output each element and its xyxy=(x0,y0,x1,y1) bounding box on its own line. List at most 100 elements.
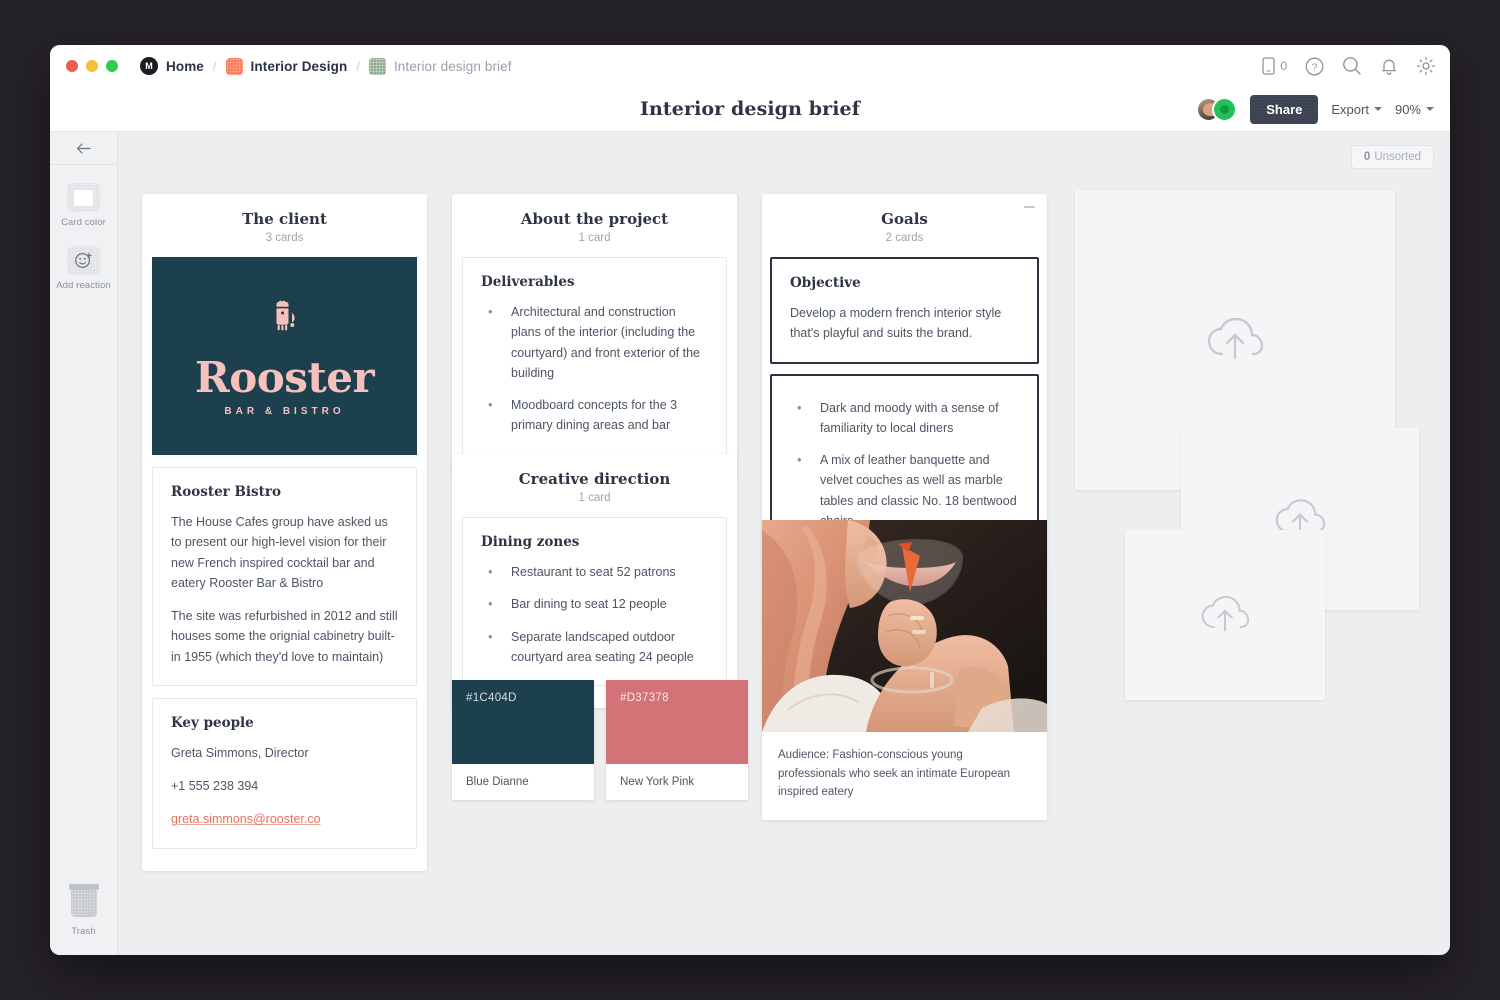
bullet-list: Architectural and construction plans of … xyxy=(481,301,708,436)
breadcrumb-label: Interior design brief xyxy=(393,58,512,74)
unsorted-label: Unsorted xyxy=(1374,151,1421,163)
breadcrumb-separator: / xyxy=(356,58,360,74)
column-about-the-project[interactable]: About the project 1 card Deliverables Ar… xyxy=(452,194,737,477)
help-icon[interactable]: ? xyxy=(1305,57,1324,76)
trash-icon xyxy=(68,884,99,917)
column-header: Goals 2 cards xyxy=(762,194,1047,257)
column-goals[interactable]: Goals 2 cards Objective Develop a modern… xyxy=(762,194,1047,565)
card-objective[interactable]: Objective Develop a modern french interi… xyxy=(770,257,1039,364)
svg-text:?: ? xyxy=(1312,62,1318,73)
breadcrumb: M Home / Interior Design / Interior desi… xyxy=(140,57,512,75)
list-item: Bar dining to seat 12 people xyxy=(481,593,708,614)
column-header: About the project 1 card xyxy=(452,194,737,257)
minimize-icon[interactable] xyxy=(1024,206,1035,208)
desktop-background: M Home / Interior Design / Interior desi… xyxy=(0,0,1500,1000)
tool-label: Card color xyxy=(61,217,106,228)
board-canvas[interactable]: 0 Unsorted The client 3 cards Rooster BA… xyxy=(118,132,1450,955)
photo-caption: Audience: Fashion-conscious young profes… xyxy=(778,749,1011,799)
logo-tagline: BAR & BISTRO xyxy=(224,405,345,417)
mobile-count: 0 xyxy=(1280,59,1287,73)
card-paragraph: +1 555 238 394 xyxy=(171,779,259,793)
email-link[interactable]: greta.simmons@rooster.co xyxy=(171,812,321,826)
search-icon[interactable] xyxy=(1342,56,1362,76)
card-rooster-bistro[interactable]: Rooster Bistro The House Cafes group hav… xyxy=(152,467,417,686)
column-card-count: 1 card xyxy=(578,232,611,244)
column-title: Creative direction xyxy=(518,470,671,488)
zoom-label: 90% xyxy=(1394,101,1421,117)
board-icon-green xyxy=(368,57,386,75)
cloud-upload-icon xyxy=(1201,596,1249,632)
card-heading: Dining zones xyxy=(481,534,580,550)
breadcrumb-separator: / xyxy=(212,58,217,74)
column-header: The client 3 cards xyxy=(142,194,427,257)
share-button[interactable]: Share xyxy=(1250,94,1319,124)
close-window-button[interactable] xyxy=(66,60,78,72)
export-label: Export xyxy=(1331,101,1369,117)
rooster-logo-card[interactable]: Rooster BAR & BISTRO xyxy=(152,257,417,455)
card-color-icon xyxy=(66,183,100,212)
gear-icon[interactable] xyxy=(1416,56,1436,76)
upload-placeholder-3[interactable] xyxy=(1125,530,1325,700)
breadcrumb-item-interior-design[interactable]: Interior Design xyxy=(225,57,348,75)
add-reaction-tool[interactable]: Add reaction xyxy=(56,246,111,291)
bullet-list: Restaurant to seat 52 patrons Bar dining… xyxy=(481,561,708,668)
column-title: About the project xyxy=(520,210,669,228)
breadcrumb-label: Home xyxy=(166,58,204,74)
swatch-hex: #1C404D xyxy=(452,680,594,764)
column-title: Goals xyxy=(881,210,928,228)
list-item: Moodboard concepts for the 3 primary din… xyxy=(481,394,708,436)
card-color-tool[interactable]: Card color xyxy=(61,183,106,228)
back-button[interactable] xyxy=(50,132,117,165)
window-traffic-lights[interactable] xyxy=(66,60,118,72)
minimize-window-button[interactable] xyxy=(86,60,98,72)
card-deliverables[interactable]: Deliverables Architectural and construct… xyxy=(462,257,727,455)
card-heading: Objective xyxy=(790,275,861,291)
list-item: Dark and moody with a sense of familiari… xyxy=(790,397,1019,439)
card-paragraph: The House Cafes group have asked us to p… xyxy=(171,515,388,590)
card-paragraph: The site was refurbished in 2012 and sti… xyxy=(171,609,398,664)
title-bar: M Home / Interior Design / Interior desi… xyxy=(50,45,1450,87)
column-card-count: 2 cards xyxy=(885,232,924,244)
unsorted-badge[interactable]: 0 Unsorted xyxy=(1350,145,1434,169)
header-actions: Share Export 90% xyxy=(1196,94,1434,124)
avatar[interactable] xyxy=(1212,96,1238,122)
column-header: Creative direction 1 card xyxy=(452,454,737,517)
notifications-icon[interactable] xyxy=(1380,57,1398,76)
list-item: Restaurant to seat 52 patrons xyxy=(481,561,708,582)
list-item: Separate landscaped outdoor courtyard ar… xyxy=(481,626,708,668)
column-the-client[interactable]: The client 3 cards Rooster BAR & BISTRO … xyxy=(142,194,427,871)
card-key-people[interactable]: Key people Greta Simmons, Director +1 55… xyxy=(152,697,417,849)
app-window: M Home / Interior Design / Interior desi… xyxy=(50,45,1450,955)
swatch-name: Blue Dianne xyxy=(466,776,529,788)
app-body: Card color Add reaction Trash 0 Unsorted… xyxy=(50,132,1450,955)
chevron-down-icon xyxy=(1426,107,1434,111)
mobile-icon[interactable]: 0 xyxy=(1262,57,1287,75)
collaborator-avatars[interactable] xyxy=(1196,96,1238,122)
board-icon-orange xyxy=(225,57,243,75)
breadcrumb-label: Interior Design xyxy=(250,58,348,74)
chevron-down-icon xyxy=(1373,107,1382,111)
toolbar-actions: 0 ? xyxy=(1262,56,1436,76)
unsorted-count: 0 xyxy=(1363,151,1371,163)
maximize-window-button[interactable] xyxy=(106,60,118,72)
export-dropdown[interactable]: Export xyxy=(1331,102,1382,117)
milanote-logo-icon: M xyxy=(140,57,158,75)
color-swatch-row: #1C404D Blue Dianne #D37378 New York Pin… xyxy=(452,680,748,800)
swatch-new-york-pink[interactable]: #D37378 New York Pink xyxy=(606,680,748,800)
breadcrumb-item-home[interactable]: M Home xyxy=(140,57,204,75)
list-item: A mix of leather banquette and velvet co… xyxy=(790,449,1019,531)
card-audience-photo[interactable]: Audience: Fashion-conscious young profes… xyxy=(762,520,1047,820)
swatch-name: New York Pink xyxy=(620,776,695,788)
trash-tool[interactable]: Trash xyxy=(68,884,99,937)
card-heading: Key people xyxy=(171,714,254,731)
column-card-count: 1 card xyxy=(578,492,611,504)
card-paragraph: Develop a modern french interior style t… xyxy=(790,306,1002,341)
swatch-hex: #D37378 xyxy=(606,680,748,764)
rooster-icon xyxy=(262,296,308,347)
cloud-upload-icon xyxy=(1207,318,1263,360)
card-dining-zones[interactable]: Dining zones Restaurant to seat 52 patro… xyxy=(462,517,727,686)
breadcrumb-item-current[interactable]: Interior design brief xyxy=(368,57,512,75)
zoom-dropdown[interactable]: 90% xyxy=(1395,102,1434,117)
swatch-blue-dianne[interactable]: #1C404D Blue Dianne xyxy=(452,680,594,800)
column-creative-direction[interactable]: Creative direction 1 card Dining zones R… xyxy=(452,454,737,708)
